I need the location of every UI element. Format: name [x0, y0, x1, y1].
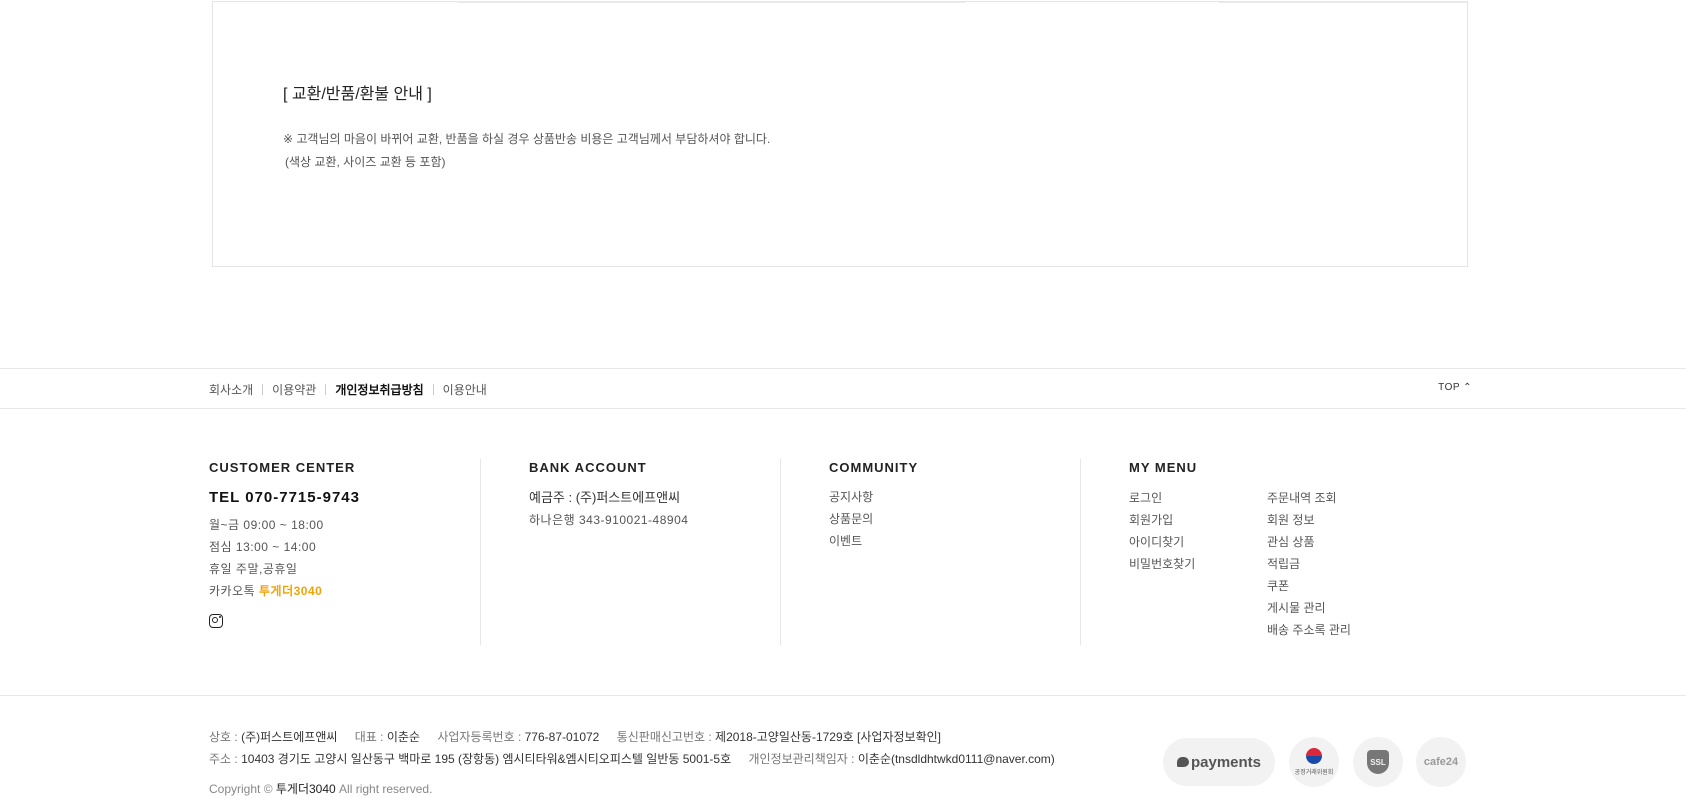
- privacy-label: 개인정보관리책임자 :: [748, 752, 858, 766]
- ftc-label: 공정거래위원회: [1294, 770, 1334, 776]
- footer-links: 회사소개 이용약관 개인정보취급방침 이용안내: [209, 381, 487, 398]
- ftc-badge[interactable]: 공정거래위원회: [1289, 737, 1339, 787]
- menu-item-login[interactable]: 로그인: [1129, 487, 1267, 509]
- footer-divider: [0, 695, 1686, 696]
- mailorder-label: 통신판매신고번호 :: [616, 730, 716, 744]
- copyright-brand: 투게더3040: [275, 782, 336, 796]
- kakao-link[interactable]: 투게더3040: [259, 584, 322, 598]
- nav-separator: [432, 384, 434, 395]
- nav-separator: [262, 384, 264, 395]
- menu-item-join[interactable]: 회원가입: [1129, 509, 1267, 531]
- menu-item-posts[interactable]: 게시물 관리: [1267, 597, 1405, 619]
- account-holder: 예금주 : (주)퍼스트에프앤씨: [529, 490, 681, 505]
- instagram-icon[interactable]: [209, 614, 223, 628]
- section-heading: CUSTOMER CENTER: [209, 460, 356, 475]
- footer-link-about[interactable]: 회사소개: [209, 381, 253, 398]
- privacy-officer: 이춘순(tnsdldhtwkd0111@naver.com): [857, 752, 1055, 766]
- copyright-suffix: All right reserved.: [335, 782, 433, 796]
- community-item-event[interactable]: 이벤트: [829, 530, 918, 552]
- regno-value: 776-87-01072: [524, 730, 600, 744]
- ceo-name: 이춘순: [386, 730, 420, 744]
- bank-account: BANK ACCOUNT 예금주 : (주)퍼스트에프앤씨 하나은행 343-9…: [529, 460, 688, 531]
- menu-item-find-password[interactable]: 비밀번호찾기: [1129, 553, 1267, 575]
- holiday-info: 휴일 주말,공휴일: [209, 562, 298, 576]
- exchange-return-notice: [ 교환/반품/환불 안내 ] ※ 고객님의 마음이 바뀌어 교환, 반품을 하…: [212, 1, 1468, 267]
- my-menu-col2: 주문내역 조회 회원 정보 관심 상품 적립금 쿠폰 게시물 관리 배송 주소록…: [1267, 487, 1405, 641]
- payments-badge[interactable]: payments: [1163, 738, 1275, 786]
- section-heading: BANK ACCOUNT: [529, 460, 647, 475]
- company-label: 상호 :: [209, 730, 242, 744]
- ceo-label: 대표 :: [354, 730, 387, 744]
- mailorder-value: 제2018-고양일산동-1729호: [715, 730, 854, 744]
- my-menu-col1: 로그인 회원가입 아이디찾기 비밀번호찾기: [1129, 487, 1267, 641]
- payments-label: payments: [1190, 753, 1262, 771]
- cafe24-badge[interactable]: cafe24: [1416, 737, 1466, 787]
- my-menu: MY MENU 로그인 회원가입 아이디찾기 비밀번호찾기 주문내역 조회 회원…: [1129, 460, 1405, 641]
- company-name: (주)퍼스트에프앤씨: [241, 730, 338, 744]
- address-label: 주소 :: [209, 752, 242, 766]
- chat-bubble-icon: [1176, 757, 1189, 767]
- community-item-notice[interactable]: 공지사항: [829, 486, 918, 508]
- address-value: 10403 경기도 고양시 일산동구 백마로 195 (장항동) 엠시티타워&엠…: [241, 752, 732, 766]
- community-item-qna[interactable]: 상품문의: [829, 508, 918, 530]
- copyright: Copyright © 투게더3040 All right reserved.: [209, 780, 432, 797]
- community: COMMUNITY 공지사항 상품문의 이벤트: [829, 460, 918, 552]
- kakao-info: 카카오톡 투게더3040: [209, 580, 360, 602]
- phone-number[interactable]: TEL 070-7715-9743: [209, 489, 360, 506]
- menu-item-coupon[interactable]: 쿠폰: [1267, 575, 1405, 597]
- notice-title: [ 교환/반품/환불 안내 ]: [283, 86, 432, 103]
- section-heading: MY MENU: [1129, 460, 1198, 475]
- menu-item-wishlist[interactable]: 관심 상품: [1267, 531, 1405, 553]
- community-menu: 공지사항 상품문의 이벤트: [829, 486, 918, 552]
- menu-item-orders[interactable]: 주문내역 조회: [1267, 487, 1405, 509]
- footer-link-guide[interactable]: 이용안내: [443, 381, 487, 398]
- customer-center: CUSTOMER CENTER TEL 070-7715-9743 월~금 09…: [209, 460, 360, 628]
- menu-item-member-info[interactable]: 회원 정보: [1267, 509, 1405, 531]
- scroll-top-button[interactable]: TOP ⌃: [1438, 382, 1472, 393]
- footer-link-privacy[interactable]: 개인정보취급방침: [335, 381, 423, 398]
- nav-separator: [325, 384, 327, 395]
- section-heading: COMMUNITY: [829, 460, 919, 475]
- notice-line: (색상 교환, 사이즈 교환 등 포함): [285, 155, 446, 169]
- cafe24-label: cafe24: [1423, 756, 1459, 768]
- business-hours: 월~금 09:00 ~ 18:00: [209, 518, 324, 532]
- copyright-prefix: Copyright ©: [209, 782, 276, 796]
- shield-icon: SSL: [1367, 750, 1389, 774]
- column-divider: [1080, 459, 1081, 645]
- business-info-line1: 상호 : (주)퍼스트에프앤씨 대표 : 이춘순 사업자등록번호 : 776-8…: [209, 728, 941, 745]
- column-divider: [480, 459, 481, 645]
- menu-item-address-book[interactable]: 배송 주소록 관리: [1267, 619, 1405, 641]
- footer-link-terms[interactable]: 이용약관: [272, 381, 316, 398]
- my-menu-grid: 로그인 회원가입 아이디찾기 비밀번호찾기 주문내역 조회 회원 정보 관심 상…: [1129, 487, 1405, 641]
- kakao-label: 카카오톡: [209, 584, 259, 598]
- menu-item-find-id[interactable]: 아이디찾기: [1129, 531, 1267, 553]
- business-info-confirm-link[interactable]: [사업자정보확인]: [857, 730, 941, 744]
- footer-nav: 회사소개 이용약관 개인정보취급방침 이용안내 TOP ⌃: [0, 368, 1686, 409]
- ssl-label: SSL: [1370, 757, 1386, 767]
- tab-underline: [1219, 1, 1467, 3]
- lunch-hours: 점심 13:00 ~ 14:00: [209, 540, 317, 554]
- ftc-emblem-icon: [1306, 748, 1322, 764]
- regno-label: 사업자등록번호 :: [437, 730, 525, 744]
- tab-underline: [457, 1, 965, 3]
- menu-item-mileage[interactable]: 적립금: [1267, 553, 1405, 575]
- notice-line: ※ 고객님의 마음이 바뀌어 교환, 반품을 하실 경우 상품반송 비용은 고객…: [283, 132, 771, 146]
- account-number: 하나은행 343-910021-48904: [529, 513, 689, 527]
- ssl-badge[interactable]: SSL: [1353, 737, 1403, 787]
- column-divider: [780, 459, 781, 645]
- business-info-line2: 주소 : 10403 경기도 고양시 일산동구 백마로 195 (장항동) 엠시…: [209, 750, 1055, 767]
